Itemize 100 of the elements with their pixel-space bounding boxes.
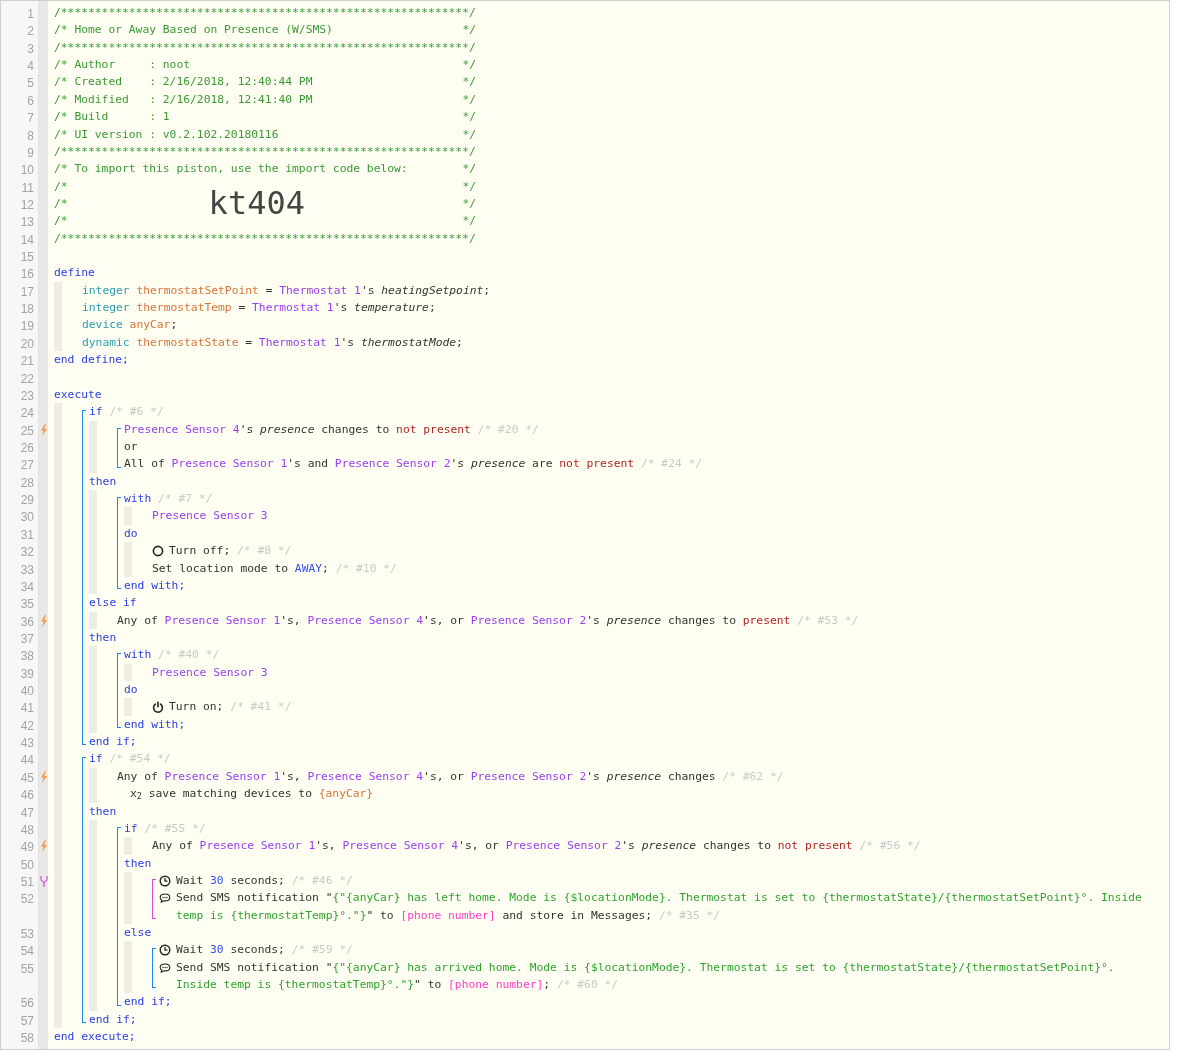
code-line: integer thermostatTemp = Thermostat 1's temperature; [82,300,436,317]
line-number: 45 [20,770,34,785]
code-line: end if; [89,734,137,751]
line-number: 31 [20,527,34,542]
line-number: 6 [27,93,34,108]
line-number: 51 [20,874,34,889]
code-line: then [89,473,117,490]
line-number: 38 [20,649,34,664]
line-number: 8 [27,128,34,143]
code-line: /* Created : 2/16/2018, 12:40:44 PM */ [54,74,476,91]
code-line: define [54,265,95,282]
line-number: 44 [20,753,34,768]
line-number: 29 [20,493,34,508]
line-number: 24 [20,406,34,421]
line-number: 13 [20,215,34,230]
line-number: 40 [20,684,34,698]
code-line: /************************************************************/ [54,39,476,56]
line-number: 7 [27,111,34,126]
code-line: do [124,525,138,542]
code-line: end define; [54,352,129,369]
line-number: 27 [20,458,34,473]
code-line: integer thermostatSetPoint = Thermostat 1's heatingSetpoint; [82,282,491,299]
line-number: 48 [20,822,34,837]
code-line: else if [89,595,137,612]
code-line: do [124,682,138,698]
line-number: 43 [20,736,34,751]
ring-icon [152,545,164,558]
clock-icon [159,944,171,957]
code-line: or [124,439,138,455]
line-number: 11 [21,180,34,195]
line-number: 10 [20,163,34,178]
line-number: 56 [20,996,34,1011]
line-number: 25 [20,423,34,438]
line-number: 39 [20,666,34,681]
line-number: 9 [27,145,34,160]
code-line: end if; [89,1011,137,1028]
speech-bubble-icon [159,892,171,905]
line-number: 19 [20,319,34,334]
line-number: 57 [20,1013,34,1028]
line-number: 21 [20,354,34,369]
line-number: 47 [20,805,34,820]
line-number: 2 [27,24,34,39]
power-icon [152,701,164,714]
code-line: /* */ [54,214,476,230]
speech-bubble-icon [159,961,171,974]
line-number: 41 [20,701,34,716]
line-number: 55 [20,961,34,976]
line-number: 37 [20,631,34,646]
code-line: /* Home or Away Based on Presence (W/SMS) */ [54,22,476,39]
line-number: 33 [20,562,34,577]
line-number: 32 [20,545,34,560]
line-number: 30 [20,510,34,525]
line-number: 46 [20,788,34,803]
line-number: 50 [20,857,34,872]
code-line: else [124,925,152,942]
code-line: /* Author : noot */ [54,57,476,74]
line-number: 1 [27,7,34,21]
line-number: 17 [20,284,34,299]
clock-icon [159,874,171,887]
code-line: x$_{2}$ save matching devices to {anyCar} [130,786,374,803]
code-line: dynamic thermostatState = Thermostat 1's thermostatMode; [82,334,463,351]
line-number: 22 [20,371,34,386]
code-line: device anyCar; [82,317,178,334]
line-number: 4 [27,59,34,74]
code-line: /************************************************************/ [54,143,476,160]
line-number: 53 [20,927,34,942]
line-number: 58 [20,1031,34,1046]
line-number: 5 [27,76,34,91]
line-number: 49 [20,840,34,855]
line-number: 16 [20,267,34,282]
code-line: Presence Sensor 3 [152,508,268,525]
code-line: /* To import this piston, use the import code below: */ [54,161,476,178]
line-number: 52 [20,892,34,907]
line-number: 28 [20,475,34,490]
line-number: 23 [20,388,34,403]
code-line: then [89,803,117,820]
line-number: 36 [20,614,34,629]
code-line: /************************************************************/ [54,230,476,247]
code-line: end execute; [54,1029,136,1046]
line-number: 14 [20,232,34,247]
line-number: 15 [20,250,34,265]
code-line: then [124,855,152,872]
code-line: /************************************************************/ [54,5,476,21]
line-number: 3 [27,41,34,56]
line-number: 12 [20,197,34,212]
code-line: end with; [124,716,186,733]
line-number: 35 [20,597,34,612]
line-number: 26 [20,441,34,455]
code-line: Presence Sensor 3 [152,664,268,681]
code-line: execute [54,386,102,403]
line-number: 20 [20,336,34,351]
code-line: then [89,629,117,646]
line-number: 54 [20,944,34,959]
code-line: end with; [124,577,186,594]
code-line: /* Modified : 2/16/2018, 12:41:40 PM */ [54,91,476,108]
code-line: /* Build : 1 */ [54,109,476,126]
line-number: 42 [20,718,34,733]
line-number: 34 [20,579,34,594]
code-line: /* UI version : v0.2.102.20180116 */ [54,126,476,143]
code-line: end if; [124,994,172,1011]
